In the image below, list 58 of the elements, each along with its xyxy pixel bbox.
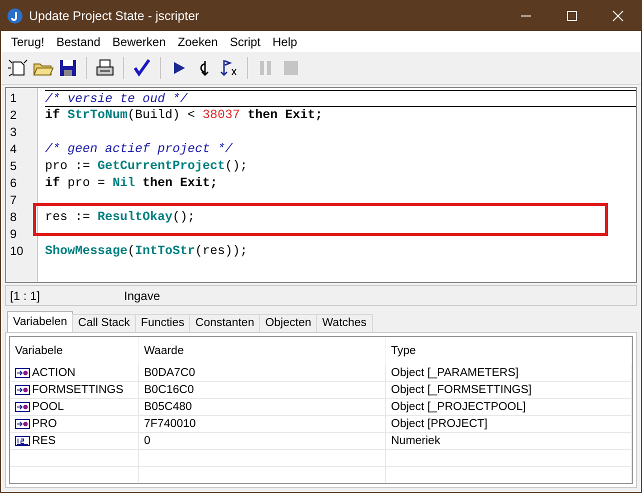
- code-line: res := ResultOkay();: [45, 209, 196, 226]
- new-file-icon[interactable]: [7, 57, 29, 79]
- cursor-position: [1 : 1]: [9, 288, 42, 304]
- variable-name: POOL: [32, 400, 64, 415]
- menu-item[interactable]: Script: [224, 32, 266, 50]
- menu-item[interactable]: Bestand: [50, 32, 106, 50]
- line-number: 3: [9, 124, 18, 141]
- editor-mode: Ingave: [124, 288, 160, 304]
- menu-item[interactable]: Bewerken: [106, 32, 172, 50]
- object-icon: [15, 385, 30, 395]
- table-cell: 0: [139, 433, 386, 449]
- object-icon: [15, 368, 30, 378]
- table-cell: Object [_PROJECTPOOL]: [386, 399, 632, 415]
- checkmark-icon[interactable]: [131, 57, 153, 79]
- variable-name: FORMSETTINGS: [32, 383, 124, 398]
- column-header: Waarde: [139, 337, 386, 365]
- tab[interactable]: Variabelen: [7, 311, 74, 332]
- code-comment: /* geen actief project */: [45, 141, 233, 158]
- app-icon: [7, 8, 23, 24]
- tab[interactable]: Call Stack: [72, 314, 136, 332]
- save-icon[interactable]: [57, 57, 79, 79]
- variable-name: PRO: [32, 417, 57, 432]
- table-cell: B05C480: [139, 399, 386, 415]
- code-line: pro := GetCurrentProject();: [45, 158, 248, 175]
- window-title: Update Project State - jscripter: [29, 8, 200, 25]
- line-number: 6: [9, 175, 18, 192]
- maximize-icon[interactable]: [564, 8, 580, 24]
- line-number: 2: [9, 107, 18, 124]
- column-header: Variabele: [10, 337, 139, 365]
- table-cell: 7F740010: [139, 416, 386, 432]
- menu-item[interactable]: Terug!: [5, 32, 50, 50]
- line-number: 4: [9, 141, 18, 158]
- tab[interactable]: Watches: [316, 314, 373, 332]
- line-number: 5: [9, 158, 18, 175]
- line-number: 8: [9, 209, 18, 226]
- line-number: 9: [9, 226, 18, 243]
- table-cell: Numeriek: [386, 433, 632, 449]
- line-number: 10: [9, 243, 24, 260]
- line-number: 7: [9, 192, 18, 209]
- table-cell: Object [PROJECT]: [386, 416, 632, 432]
- object-icon: [15, 402, 30, 412]
- table-cell: Object [_FORMSETTINGS]: [386, 382, 632, 398]
- table-cell: B0C16C0: [139, 382, 386, 398]
- menu-item[interactable]: Zoeken: [172, 32, 224, 50]
- table-cell: B0DA7C0: [139, 365, 386, 381]
- code-line: ShowMessage(IntToStr(res));: [45, 243, 248, 260]
- variable-name: ACTION: [32, 366, 76, 381]
- code-line: if pro = Nil then Exit;: [45, 175, 218, 192]
- number-icon: [15, 436, 30, 446]
- table-cell: Object [_PARAMETERS]: [386, 365, 632, 381]
- menu-item[interactable]: Help: [266, 32, 304, 50]
- close-icon[interactable]: [610, 8, 626, 24]
- line-number: 1: [9, 90, 18, 107]
- column-header: Type: [386, 337, 632, 365]
- code-line: if StrToNum(Build) < 38037 then Exit;: [45, 107, 323, 124]
- object-icon: [15, 419, 30, 429]
- code-comment: /* versie te oud */: [45, 91, 188, 106]
- variable-name: RES: [32, 434, 56, 449]
